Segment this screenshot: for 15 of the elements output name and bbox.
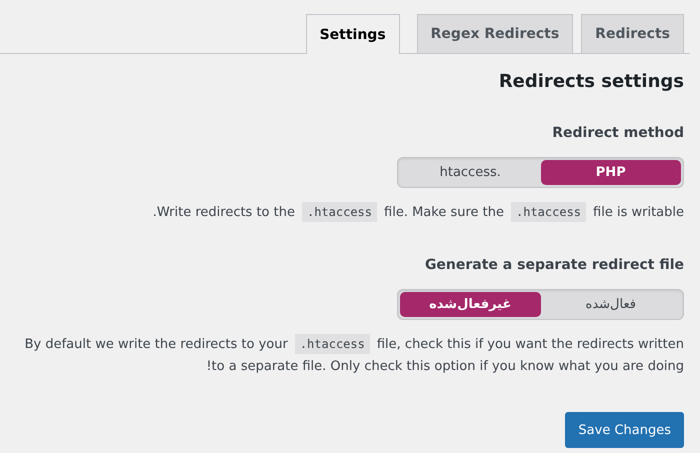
field-label: Redirect method (552, 125, 684, 141)
toggle-switch[interactable]: فعال‌شده غیرفعال‌شده (397, 289, 684, 320)
section-heading: Redirects settings (498, 71, 684, 92)
toggle-option[interactable]: غیرفعال‌شده (400, 292, 540, 317)
field-description: By default we write the redirects to your .htaccess file, check this if you want the redirects written !to a separate file. Only check this option if you know what you are doing (24, 333, 684, 378)
tab[interactable]: Regex Redirects (416, 14, 574, 53)
field-label: Generate a separate redirect file (424, 257, 684, 273)
tab[interactable]: Settings (306, 14, 400, 54)
field-description: .Write redirects to the .htaccess file. Make sure the .htaccess file is writable (152, 201, 684, 224)
toggle-option[interactable]: htaccess. (400, 160, 540, 185)
toggle-option[interactable]: PHP (540, 160, 681, 185)
tab[interactable]: Redirects (581, 14, 684, 53)
toggle-option[interactable]: فعال‌شده (540, 292, 681, 317)
toggle-switch[interactable]: htaccess. PHP (397, 157, 684, 188)
save-button[interactable]: Save Changes (565, 412, 684, 448)
